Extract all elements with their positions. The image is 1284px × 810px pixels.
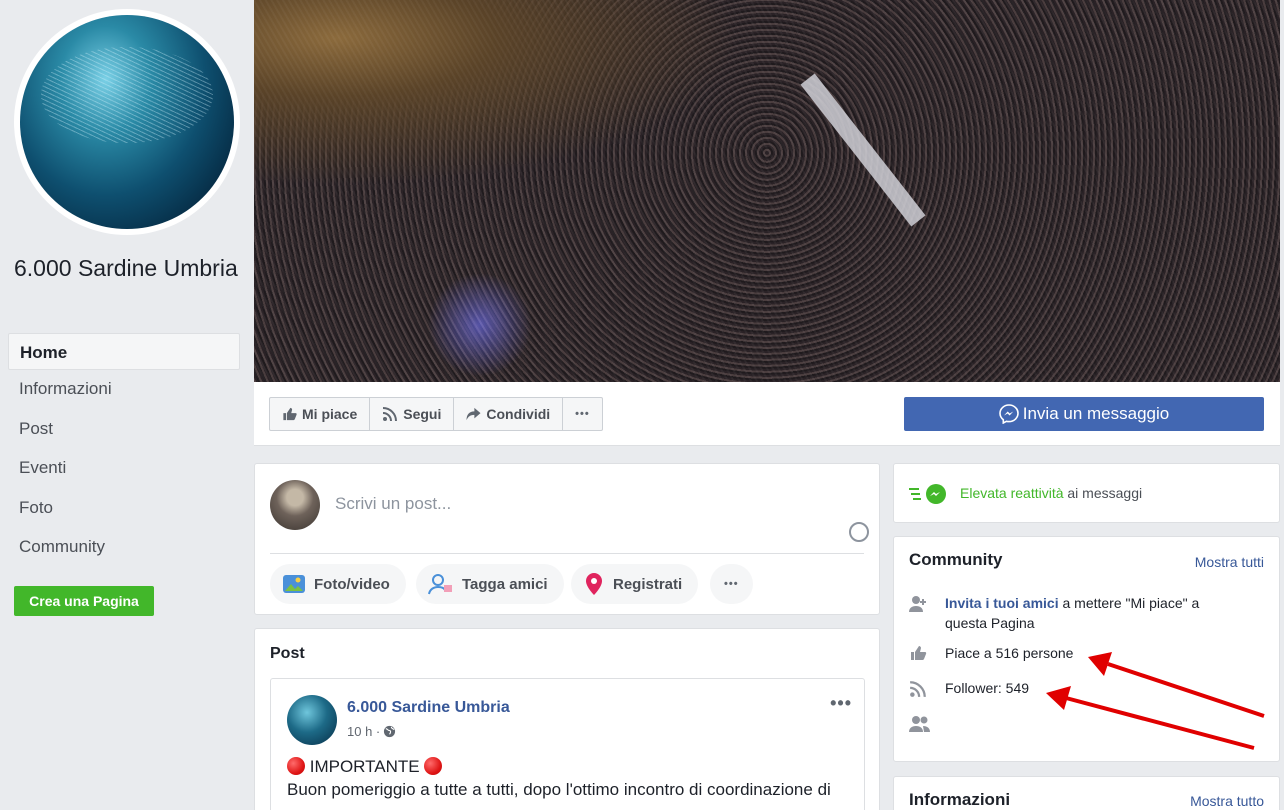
post-author-avatar[interactable]	[287, 695, 337, 745]
post-composer: Scrivi un post... Foto/video Tagga amici…	[254, 463, 880, 615]
globe-icon	[384, 725, 396, 738]
thumbs-up-icon	[911, 646, 927, 660]
post-options-icon[interactable]: •••	[830, 693, 852, 714]
post-time-text: 10 h ·	[347, 724, 381, 739]
page-action-bar: Mi piace Segui Condividi ••• Invia un me…	[254, 382, 1280, 446]
photo-video-button[interactable]: Foto/video	[270, 564, 406, 604]
follow-label: Segui	[403, 406, 442, 422]
red-circle-icon	[424, 757, 443, 775]
cover-banner-shape	[800, 73, 926, 227]
share-page-button[interactable]: Condividi	[454, 398, 564, 430]
posts-heading: Post	[270, 645, 305, 662]
posts-section: Post 6.000 Sardine Umbria 10 h · ••• IMP…	[254, 628, 880, 810]
page-title[interactable]: 6.000 Sardine Umbria	[14, 252, 244, 285]
photo-video-label: Foto/video	[314, 575, 390, 593]
friends-row	[909, 713, 949, 733]
composer-more-button[interactable]: •••	[710, 564, 753, 604]
cover-photo[interactable]	[254, 0, 1280, 382]
nav-item-home[interactable]: Home	[8, 333, 240, 370]
checkin-button[interactable]: Registrati	[571, 564, 699, 604]
nav-item-foto[interactable]: Foto	[8, 489, 240, 529]
tag-friends-label: Tagga amici	[462, 575, 548, 593]
info-see-all-link[interactable]: Mostra tutto	[1190, 793, 1264, 809]
messenger-icon	[998, 404, 1019, 424]
photo-icon	[283, 575, 305, 593]
nav-item-informazioni[interactable]: Informazioni	[8, 370, 240, 410]
composer-divider	[270, 553, 864, 554]
community-card: Community Mostra tutti Invita i tuoi ami…	[893, 536, 1280, 762]
left-column: 6.000 Sardine Umbria Home Informazioni P…	[0, 0, 254, 810]
create-page-button[interactable]: Crea una Pagina	[14, 586, 154, 616]
checkin-label: Registrati	[613, 575, 683, 593]
page-nav: Home Informazioni Post Eventi Foto Commu…	[8, 333, 240, 568]
location-pin-icon	[586, 573, 602, 595]
community-heading: Community	[909, 550, 1003, 569]
user-avatar	[270, 480, 320, 530]
tag-friends-icon	[428, 574, 452, 595]
followers-count-text: Follower: 549	[945, 680, 1030, 696]
more-actions-button[interactable]: •••	[563, 398, 602, 430]
invite-friends-link[interactable]: Invita i tuoi amici	[945, 595, 1059, 611]
community-see-all-link[interactable]: Mostra tutti	[1195, 554, 1264, 570]
likes-row: Piace a 516 persone	[909, 643, 1269, 663]
page-action-buttons: Mi piace Segui Condividi •••	[269, 397, 603, 431]
fast-messenger-icon	[909, 484, 946, 504]
send-message-button[interactable]: Invia un messaggio	[904, 397, 1264, 431]
share-label: Condividi	[486, 406, 551, 422]
info-heading: Informazioni	[909, 790, 1011, 809]
red-circle-icon	[287, 757, 305, 775]
responsiveness-text: Elevata reattività ai messaggi	[960, 485, 1142, 501]
like-page-button[interactable]: Mi piace	[270, 398, 371, 430]
more-dots-icon: •••	[575, 408, 590, 420]
rss-follow-icon	[383, 407, 398, 422]
emoji-icon[interactable]	[849, 522, 869, 542]
invite-friends-row: Invita i tuoi amici a mettere "Mi piace"…	[909, 593, 1269, 633]
responsiveness-highlight: Elevata reattività	[960, 485, 1064, 501]
post-author-name[interactable]: 6.000 Sardine Umbria	[347, 699, 510, 717]
rss-follow-icon	[909, 681, 926, 698]
composer-input[interactable]: Scrivi un post...	[335, 494, 451, 514]
follow-page-button[interactable]: Segui	[370, 398, 455, 430]
likes-count-text: Piace a 516 persone	[945, 645, 1074, 661]
post-body: Buon pomeriggio a tutte a tutti, dopo l'…	[287, 780, 831, 799]
friends-icon	[909, 716, 930, 732]
send-message-label: Invia un messaggio	[1022, 404, 1170, 423]
page-profile-picture[interactable]	[14, 9, 240, 235]
nav-item-community[interactable]: Community	[8, 528, 240, 568]
nav-item-eventi[interactable]: Eventi	[8, 449, 240, 489]
invite-people-icon	[909, 596, 926, 612]
tag-friends-button[interactable]: Tagga amici	[416, 564, 564, 604]
followers-row: Follower: 549	[909, 678, 1269, 698]
more-dots-icon: •••	[724, 578, 739, 590]
post-timestamp[interactable]: 10 h ·	[347, 724, 396, 739]
responsiveness-rest: ai messaggi	[1063, 485, 1143, 501]
post-card: 6.000 Sardine Umbria 10 h · ••• IMPORTAN…	[270, 678, 865, 810]
post-title: IMPORTANTE	[309, 757, 420, 776]
responsiveness-card: Elevata reattività ai messaggi	[893, 463, 1280, 523]
thumbs-up-icon	[283, 407, 297, 421]
like-label: Mi piace	[302, 406, 358, 422]
info-card: Informazioni Mostra tutto	[893, 776, 1280, 810]
post-title-line: IMPORTANTE	[287, 757, 443, 777]
nav-item-post[interactable]: Post	[8, 410, 240, 450]
share-arrow-icon	[466, 407, 481, 421]
